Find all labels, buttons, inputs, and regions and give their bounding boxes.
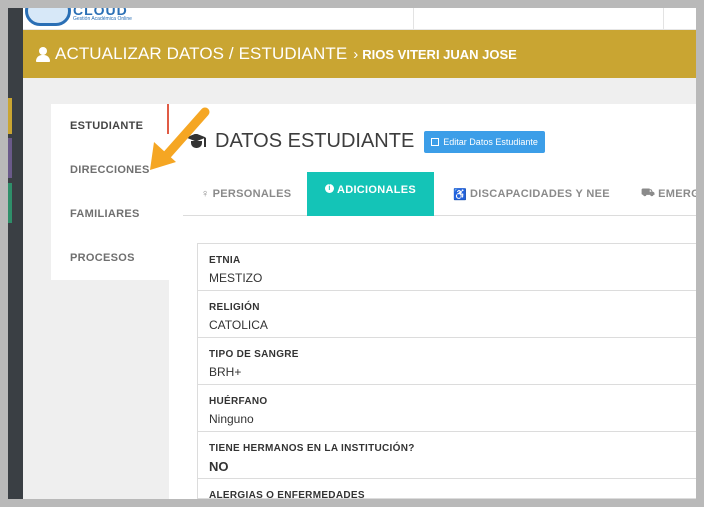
field-value: NO: [209, 459, 229, 474]
logo[interactable]: CLOUD Gestión Académica Online: [25, 8, 145, 29]
details-list: ETNIA MESTIZO RELIGIÓN CATOLICA TIPO DE …: [197, 243, 696, 499]
sidebar-indicator: [8, 183, 12, 223]
field-label: TIENE HERMANOS EN LA INSTITUCIÓN?: [209, 443, 415, 454]
field-label: TIPO DE SANGRE: [209, 349, 299, 360]
logo-mark: [25, 8, 71, 26]
tab-label: EMERG: [658, 188, 696, 200]
list-item: ALERGIAS O ENFERMEDADES: [198, 479, 696, 499]
field-label: RELIGIÓN: [209, 302, 260, 313]
list-item: TIENE HERMANOS EN LA INSTITUCIÓN? NO: [198, 432, 696, 479]
tab-label: DISCAPACIDADES Y NEE: [470, 188, 610, 200]
nav-item-familiares[interactable]: FAMILIARES: [70, 208, 140, 220]
section-header: DATOS ESTUDIANTE Editar Datos Estudiante: [185, 130, 545, 153]
person-icon: ♀: [201, 188, 210, 200]
wheelchair-icon: ♿: [453, 188, 467, 201]
breadcrumb-separator: ›: [353, 45, 359, 63]
app-window: CLOUD Gestión Académica Online ACTUALIZA…: [8, 8, 696, 499]
info-circle-icon: i: [324, 184, 334, 193]
student-name: RIOS VITERI JUAN JOSE: [362, 46, 517, 62]
field-value: MESTIZO: [209, 271, 263, 285]
section-title: DATOS ESTUDIANTE: [215, 130, 415, 152]
nav-item-procesos[interactable]: PROCESOS: [70, 252, 135, 264]
main-panel: DATOS ESTUDIANTE Editar Datos Estudiante…: [169, 104, 696, 499]
edit-button-label: Editar Datos Estudiante: [443, 136, 538, 147]
tab-personales[interactable]: ♀ PERSONALES: [201, 172, 291, 216]
user-icon: [36, 46, 50, 62]
tab-label: PERSONALES: [212, 188, 292, 200]
edit-icon: [431, 137, 440, 146]
tab-adicionales[interactable]: i ADICIONALES: [307, 172, 434, 216]
edit-student-button[interactable]: Editar Datos Estudiante: [424, 130, 545, 153]
field-value: BRH+: [209, 365, 242, 379]
page-title: ACTUALIZAR DATOS / ESTUDIANTE: [55, 44, 348, 63]
nav-item-direcciones[interactable]: DIRECCIONES: [70, 164, 150, 176]
ambulance-icon: ⛟: [641, 187, 656, 199]
tab-discapacidades[interactable]: ♿ DISCAPACIDADES Y NEE: [453, 172, 610, 216]
annotation-arrow-icon: [150, 107, 210, 170]
logo-tagline: Gestión Académica Online: [73, 16, 132, 22]
field-value: Ninguno: [209, 412, 254, 426]
field-label: ALERGIAS O ENFERMEDADES: [209, 490, 365, 499]
nav-item-estudiante[interactable]: ESTUDIANTE: [70, 120, 143, 132]
list-item: RELIGIÓN CATOLICA: [198, 291, 696, 338]
topbar-divider: [413, 8, 414, 29]
left-sidebar-strip: [8, 8, 23, 499]
field-value: CATOLICA: [209, 318, 268, 332]
field-label: ETNIA: [209, 255, 241, 266]
sidebar-indicator: [8, 98, 12, 134]
topbar-divider: [663, 8, 664, 29]
list-item: HUÉRFANO Ninguno: [198, 385, 696, 432]
list-item: ETNIA MESTIZO: [198, 244, 696, 291]
sidebar-indicator: [8, 138, 12, 178]
field-label: HUÉRFANO: [209, 396, 268, 407]
list-item: TIPO DE SANGRE BRH+: [198, 338, 696, 385]
tab-emergencias[interactable]: ⛟ EMERG: [641, 172, 696, 216]
tab-label: ADICIONALES: [336, 184, 417, 196]
top-bar: CLOUD Gestión Académica Online: [23, 8, 696, 30]
page-header: ACTUALIZAR DATOS / ESTUDIANTE › RIOS VIT…: [23, 30, 696, 78]
tab-bar: ♀ PERSONALES i ADICIONALES ♿ DISCAPACIDA…: [183, 172, 696, 216]
